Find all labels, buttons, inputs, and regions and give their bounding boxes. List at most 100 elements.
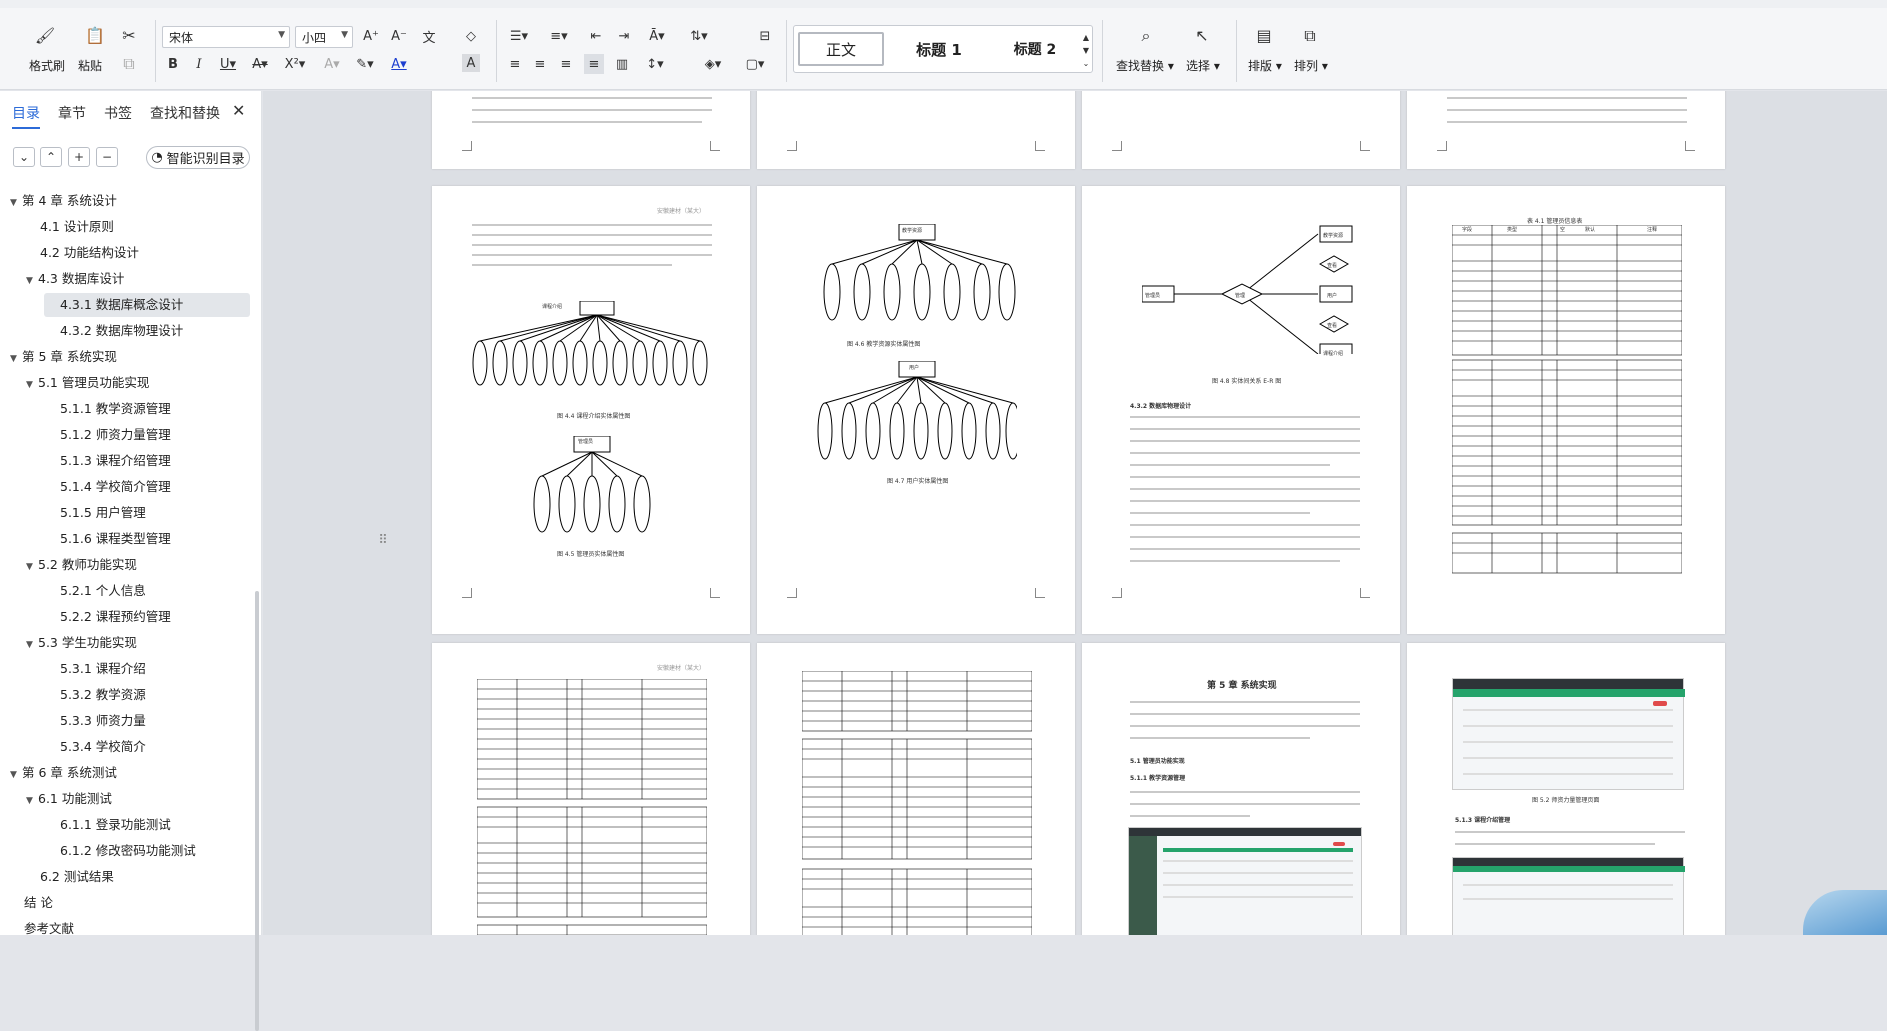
paste-button[interactable]: 粘贴 (78, 57, 102, 74)
italic-icon[interactable]: I (188, 54, 210, 74)
smart-toc-button[interactable]: ◔ 智能识别目录 (146, 146, 250, 169)
toc-item[interactable]: 5.1.2 师资力量管理 (0, 423, 171, 447)
toc-item[interactable]: 参考文献 (0, 917, 74, 941)
char-shading-icon[interactable]: A (462, 54, 480, 72)
show-marks-icon[interactable]: ⊟ (752, 26, 778, 46)
line-spacing-icon[interactable]: ↕▾ (640, 54, 670, 74)
expand-triangle-icon[interactable]: ▼ (10, 347, 22, 371)
tab-bookmarks[interactable]: 书签 (104, 103, 132, 123)
expand-triangle-icon[interactable]: ▼ (10, 191, 22, 215)
toc-item[interactable]: ▼ 第 4 章 系统设计 (0, 189, 117, 213)
search-icon[interactable]: ⌕ (1132, 24, 1160, 48)
text-direction-icon[interactable]: Ā▾ (642, 26, 672, 46)
format-brush-button[interactable]: 格式刷 (29, 57, 65, 74)
align-right-icon[interactable]: ≡ (556, 54, 576, 74)
font-family-select[interactable]: 宋体 ▼ (162, 26, 290, 48)
toc-item[interactable]: 4.3.2 数据库物理设计 (0, 319, 183, 343)
toc-item[interactable]: ▼ 6.1 功能测试 (0, 787, 112, 811)
toc-item[interactable]: 4.3.1 数据库概念设计 (44, 293, 250, 317)
style-heading-2[interactable]: 标题 2 (990, 32, 1080, 66)
toc-item[interactable]: 5.3.1 课程介绍 (0, 657, 146, 681)
align-center-icon[interactable]: ≡ (530, 54, 550, 74)
toc-item[interactable]: 5.1.5 用户管理 (0, 501, 146, 525)
page-4-9 (757, 643, 1075, 935)
clear-format-icon[interactable]: ◇ (460, 26, 482, 46)
close-icon[interactable]: ✕ (232, 101, 245, 120)
layout-icon[interactable]: ▤ (1250, 24, 1278, 48)
superscript-icon[interactable]: X²▾ (278, 54, 312, 74)
expand-triangle-icon[interactable]: ▼ (10, 763, 22, 787)
expand-triangle-icon[interactable]: ▼ (26, 633, 38, 657)
toc-item[interactable]: ▼ 5.3 学生功能实现 (0, 631, 137, 655)
toc-item[interactable]: 5.3.2 教学资源 (0, 683, 146, 707)
decrease-indent-icon[interactable]: ⇤ (585, 26, 607, 46)
arrange-icon[interactable]: ⧉ (1296, 24, 1324, 48)
toc-item[interactable]: 5.3.3 师资力量 (0, 709, 146, 733)
expand-up-icon[interactable]: ⌃ (40, 147, 62, 167)
increase-indent-icon[interactable]: ⇥ (613, 26, 635, 46)
select-button[interactable]: 选择 ▾ (1186, 57, 1220, 74)
border-icon[interactable]: ▢▾ (740, 54, 770, 74)
shading-icon[interactable]: ◈▾ (698, 54, 728, 74)
bold-icon[interactable]: B (162, 54, 184, 74)
toc-item[interactable]: 5.1.4 学校简介管理 (0, 475, 171, 499)
tab-toc[interactable]: 目录 (12, 103, 40, 129)
format-brush-icon[interactable]: 🖌 (30, 24, 60, 48)
strikethrough-icon[interactable]: A▾ (246, 54, 274, 74)
expand-triangle-icon[interactable]: ▼ (26, 373, 38, 397)
expand-triangle-icon[interactable]: ▼ (26, 789, 38, 813)
toc-item[interactable]: 6.1.2 修改密码功能测试 (0, 839, 196, 863)
arrange-button[interactable]: 排列 ▾ (1294, 57, 1328, 74)
toc-item[interactable]: 5.1.3 课程介绍管理 (0, 449, 171, 473)
toc-item[interactable]: 结 论 (0, 891, 53, 915)
text-effect-icon[interactable]: A▾ (318, 54, 346, 74)
more-styles-icon[interactable]: ⌄ (1080, 58, 1092, 68)
toc-item[interactable]: ▼ 第 6 章 系统测试 (0, 761, 117, 785)
layout-button[interactable]: 排版 ▾ (1248, 57, 1282, 74)
copy-icon[interactable]: ⧉ (118, 54, 140, 74)
style-normal[interactable]: 正文 (798, 32, 884, 66)
style-heading-1[interactable]: 标题 1 (894, 32, 984, 66)
toc-item[interactable]: 4.2 功能结构设计 (0, 241, 139, 265)
toc-item[interactable]: ▼ 4.3 数据库设计 (0, 267, 124, 291)
expand-triangle-icon[interactable]: ▼ (26, 269, 38, 293)
font-color-icon[interactable]: A▾ (384, 54, 414, 74)
chevron-down-icon[interactable]: ▼ (1080, 45, 1092, 55)
toc-item[interactable]: ▼ 5.1 管理员功能实现 (0, 371, 149, 395)
toc-item[interactable]: 6.1.1 登录功能测试 (0, 813, 171, 837)
toc-item[interactable]: 5.1.1 教学资源管理 (0, 397, 171, 421)
toc-scrollbar[interactable] (255, 591, 259, 1031)
shrink-font-icon[interactable]: A⁻ (388, 26, 410, 46)
sort-icon[interactable]: ⇅▾ (684, 26, 714, 46)
grow-font-icon[interactable]: A⁺ (360, 26, 382, 46)
cut-icon[interactable]: ✂ (118, 26, 140, 46)
toc-item[interactable]: ▼ 5.2 教师功能实现 (0, 553, 137, 577)
align-left-icon[interactable]: ≡ (505, 54, 525, 74)
cursor-icon[interactable]: ↖ (1188, 24, 1216, 48)
expand-triangle-icon[interactable]: ▼ (26, 555, 38, 579)
toc-item[interactable]: 5.2.1 个人信息 (0, 579, 146, 603)
chevron-up-icon[interactable]: ▲ (1080, 32, 1092, 42)
numbered-list-icon[interactable]: ≡▾ (545, 26, 573, 46)
find-replace-button[interactable]: 查找替换 ▾ (1116, 57, 1174, 74)
underline-icon[interactable]: U▾ (214, 54, 242, 74)
justify-icon[interactable]: ≡ (584, 54, 604, 74)
toc-item[interactable]: 5.2.2 课程预约管理 (0, 605, 171, 629)
phonetic-icon[interactable]: 文 (416, 26, 442, 46)
collapse-all-icon[interactable]: ⌄ (13, 147, 35, 167)
tab-chapters[interactable]: 章节 (58, 103, 86, 123)
toc-item[interactable]: ▼ 第 5 章 系统实现 (0, 345, 117, 369)
toc-item[interactable]: 5.3.4 学校简介 (0, 735, 146, 759)
toc-item[interactable]: 4.1 设计原则 (0, 215, 114, 239)
highlight-icon[interactable]: ✎▾ (350, 54, 380, 74)
font-size-select[interactable]: 小四 ▼ (295, 26, 353, 48)
distribute-icon[interactable]: ▥ (612, 54, 632, 74)
add-heading-icon[interactable]: + (68, 147, 90, 167)
remove-heading-icon[interactable]: − (96, 147, 118, 167)
drag-handle-icon[interactable]: ⠿ (376, 531, 390, 549)
toc-item[interactable]: 6.2 测试结果 (0, 865, 114, 889)
toc-item[interactable]: 5.1.6 课程类型管理 (0, 527, 171, 551)
bullet-list-icon[interactable]: ☰▾ (505, 26, 533, 46)
paste-icon[interactable]: 📋 (80, 24, 110, 48)
tab-find-replace[interactable]: 查找和替换 (150, 103, 220, 123)
